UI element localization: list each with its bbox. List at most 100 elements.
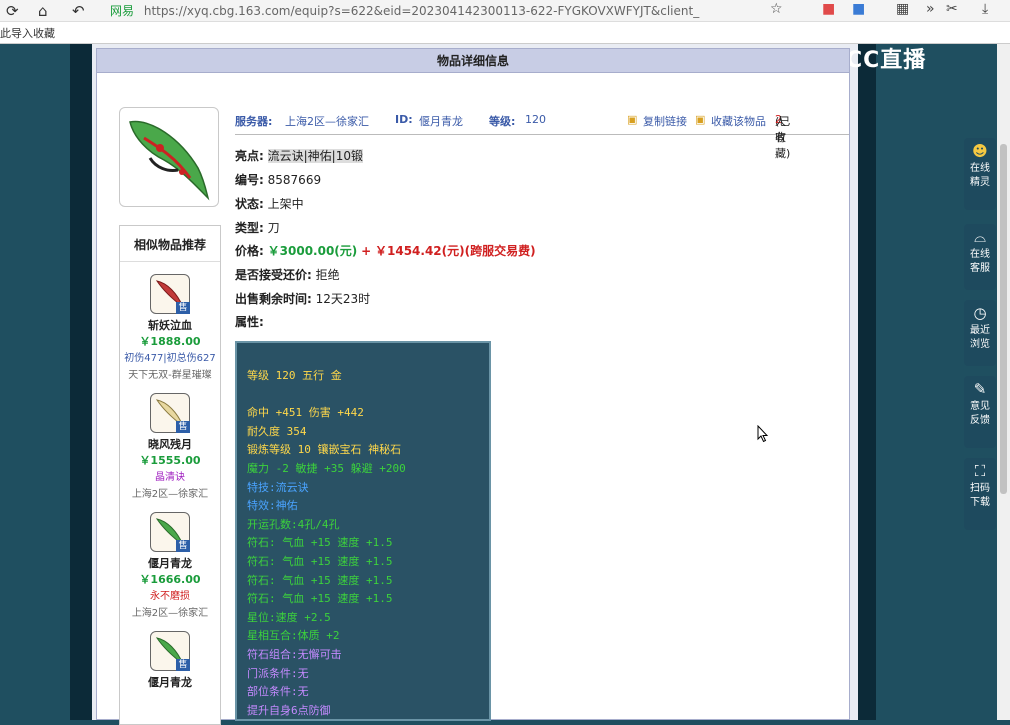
time-label: 出售剩余时间:	[235, 292, 312, 306]
attribute-line: 符石: 气血 +15 速度 +1.5	[247, 592, 393, 606]
folder-icon: ▣	[695, 113, 706, 126]
bargain-row: 是否接受还价: 拒绝	[235, 266, 340, 283]
similar-item-note: 初伤477|初总伤627	[124, 353, 216, 364]
server-value: 上海2区—徐家汇	[285, 115, 369, 128]
undo-icon[interactable]: ↶	[72, 2, 85, 20]
level-label: 等级:	[489, 115, 516, 128]
headset-icon: ⌓	[974, 228, 986, 246]
time-row: 出售剩余时间: 12天23时	[235, 290, 370, 307]
attribute-line: 特效:神佑	[247, 499, 298, 513]
attribute-line: 部位条件:无	[247, 685, 309, 699]
attribute-line: 星位:速度 +2.5	[247, 610, 331, 624]
attribute-line: 符石: 气血 +15 速度 +1.5	[247, 573, 393, 587]
scan-icon: ⛶	[974, 462, 986, 480]
home-icon[interactable]: ⌂	[38, 2, 48, 20]
attribute-line: 门派条件:无	[247, 666, 309, 680]
similar-item[interactable]: 售 偃月青龙	[120, 631, 220, 690]
similar-items-box: 相似物品推荐 售 斩妖泣血 ￥1888.00 初伤477|初总伤627 天下无双…	[119, 225, 221, 725]
left-stripe	[70, 44, 92, 720]
online-service-button[interactable]: ⌓ 在线 客服	[964, 224, 996, 290]
highlight-label: 亮点:	[235, 149, 264, 163]
similar-item-name[interactable]: 斩妖泣血	[120, 317, 220, 333]
translate-icon[interactable]: ■	[852, 1, 865, 17]
similar-item[interactable]: 售 偃月青龙 ￥1666.00 永不磨损 上海2区—徐家汇	[120, 512, 220, 619]
attr-row: 属性:	[235, 313, 264, 330]
attribute-line: 符石: 气血 +15 速度 +1.5	[247, 536, 393, 550]
price-value: ￥3000.00(元)	[267, 244, 358, 258]
price-fee: ￥1454.42(元)(跨服交易费)	[375, 244, 536, 258]
bargain-label: 是否接受还价:	[235, 268, 312, 282]
bargain-value: 拒绝	[315, 268, 340, 282]
secure-label: 网易	[110, 4, 135, 18]
item-header: 服务器: 上海2区—徐家汇 ID: 偃月青龙 等级: 120 ▣ 复制链接 ▣ …	[235, 113, 849, 160]
similar-item[interactable]: 售 晓风残月 ￥1555.00 晶清诀 上海2区—徐家汇	[120, 393, 220, 500]
recent-browse-button[interactable]: ◷ 最近 浏览	[964, 300, 996, 366]
toolbar-icons: ☆ ■ ■ ▦ » ✂ ⤓	[760, 0, 1010, 22]
status-label: 状态:	[235, 197, 264, 211]
similar-item-server: 上海2区—徐家汇	[131, 489, 209, 500]
feedback-button[interactable]: ✎ 意见 反馈	[964, 376, 996, 448]
grid-icon[interactable]: ▦	[896, 1, 909, 17]
similar-item[interactable]: 售 斩妖泣血 ￥1888.00 初伤477|初总伤627 天下无双-群星璀璨	[120, 274, 220, 381]
favorite-button[interactable]: 收藏该物品	[711, 113, 766, 129]
item-thumbnail[interactable]: 售	[150, 393, 190, 433]
id-value: 偃月青龙	[419, 115, 463, 128]
more-icon[interactable]: »	[926, 1, 935, 17]
type-value: 刀	[267, 221, 280, 235]
similar-item-server: 天下无双-群星璀璨	[128, 370, 212, 381]
cut-icon[interactable]: ✂	[946, 1, 958, 17]
similar-item-server: 上海2区—徐家汇	[131, 608, 209, 619]
item-thumbnail[interactable]: 售	[150, 274, 190, 314]
code-row: 编号: 8587669	[235, 171, 321, 188]
time-value: 12天23时	[315, 292, 371, 306]
right-stripe	[858, 44, 876, 720]
sale-badge: 售	[176, 540, 190, 552]
attribute-line: 锻炼等级 10 镶嵌宝石 神秘石	[247, 443, 402, 457]
copy-link-button[interactable]: 复制链接	[643, 113, 687, 129]
scan-download-button[interactable]: ⛶ 扫码 下载	[964, 458, 996, 530]
address-bar[interactable]: 网易 https://xyq.cbg.163.com/equip?s=622&e…	[110, 2, 760, 20]
price-label: 价格:	[235, 244, 264, 258]
link-icon: ▣	[627, 113, 638, 126]
attribute-line	[247, 386, 489, 405]
price-row: 价格: ￥3000.00(元) + ￥1454.42(元)(跨服交易费)	[235, 242, 536, 259]
online-sprite-button[interactable]: ☻ 在线 精灵	[964, 138, 996, 210]
type-label: 类型:	[235, 221, 264, 235]
attribute-line: 等级 120 五行 金	[247, 369, 342, 382]
scrollbar-thumb[interactable]	[1000, 144, 1007, 494]
type-row: 类型: 刀	[235, 219, 280, 236]
similar-item-price: ￥1888.00	[139, 335, 201, 348]
level-value: 120	[525, 113, 546, 126]
sale-badge: 售	[176, 302, 190, 314]
item-thumbnail[interactable]: 售	[150, 512, 190, 552]
panel-title: 物品详细信息	[97, 49, 849, 73]
similar-item-note: 永不磨损	[150, 591, 190, 602]
item-thumbnail[interactable]: 售	[150, 631, 190, 671]
clock-icon: ◷	[973, 304, 987, 322]
rb-label: 最近	[970, 325, 990, 336]
sale-badge: 售	[176, 421, 190, 433]
highlight-row: 亮点: 流云诀|神佑|10锻	[235, 147, 363, 164]
rb-label: 浏览	[970, 339, 990, 350]
similar-item-name[interactable]: 晓风残月	[120, 436, 220, 452]
page-scrollbar[interactable]	[997, 44, 1010, 720]
extension-icon[interactable]: ■	[822, 1, 835, 17]
download-icon[interactable]: ⤓	[982, 1, 988, 17]
bookmark-hint[interactable]: 此导入收藏	[0, 27, 55, 40]
attribute-line: 星相互合:体质 +2	[247, 629, 340, 643]
edit-icon: ✎	[973, 380, 987, 398]
sale-badge: 售	[176, 659, 190, 671]
server-label: 服务器:	[235, 115, 273, 128]
refresh-icon[interactable]: ⟳	[6, 2, 19, 20]
blade-icon	[129, 120, 210, 201]
rb-label: 精灵	[970, 177, 990, 188]
star-icon[interactable]: ☆	[770, 1, 783, 17]
similar-item-name[interactable]: 偃月青龙	[120, 555, 220, 571]
rb-label: 客服	[970, 263, 990, 274]
rb-label: 下载	[970, 497, 990, 508]
fav-count-post: 人收藏)	[775, 115, 791, 160]
attribute-line: 特技:流云诀	[247, 480, 309, 494]
similar-item-name[interactable]: 偃月青龙	[120, 674, 220, 690]
browser-toolbar: ⟳ ⌂ ↶ 网易 https://xyq.cbg.163.com/equip?s…	[0, 0, 1010, 22]
rb-label: 在线	[970, 163, 990, 174]
